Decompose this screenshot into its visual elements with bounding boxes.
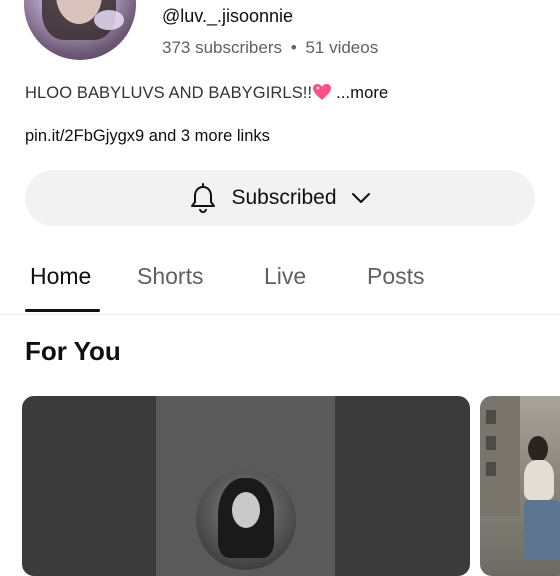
avatar-sparkle xyxy=(94,10,124,30)
person-jeans xyxy=(524,500,560,560)
building-window xyxy=(486,462,496,476)
portrait-face xyxy=(232,492,260,528)
subscriber-count: 373 subscribers xyxy=(162,38,283,57)
description-text: HLOO BABYLUVS AND BABYGIRLS!! xyxy=(25,84,313,102)
person-head xyxy=(528,436,548,462)
tab-live[interactable]: Live xyxy=(264,263,306,290)
thumbnail-portrait xyxy=(196,470,296,570)
channel-tabs: Home Shorts Live Posts xyxy=(0,250,560,315)
channel-handle: @luv._.jisoonnie xyxy=(162,6,294,26)
chevron-down-icon xyxy=(351,191,371,205)
tab-posts[interactable]: Posts xyxy=(367,263,425,290)
person-top xyxy=(524,460,554,500)
channel-description[interactable]: HLOO BABYLUVS AND BABYGIRLS!! ...more xyxy=(25,83,388,103)
meta-separator: • xyxy=(290,38,297,57)
channel-avatar[interactable] xyxy=(24,0,136,60)
channel-meta: 373 subscribers • 51 videos xyxy=(162,38,378,58)
tab-home[interactable]: Home xyxy=(30,263,91,290)
video-count: 51 videos xyxy=(305,38,379,57)
sparkling-heart-emoji xyxy=(312,83,332,101)
channel-links[interactable]: pin.it/2FbGjygx9 and 3 more links xyxy=(25,127,270,146)
more-link[interactable]: ...more xyxy=(336,84,388,102)
subscribed-button[interactable]: Subscribed xyxy=(25,170,535,226)
building-window xyxy=(486,410,496,424)
tab-shorts[interactable]: Shorts xyxy=(137,263,203,290)
bell-icon xyxy=(189,183,217,213)
section-title: For You xyxy=(25,336,121,366)
active-tab-indicator xyxy=(25,309,100,312)
video-card-thumbnail-next[interactable] xyxy=(480,396,560,576)
building-window xyxy=(486,436,496,450)
video-card-thumbnail[interactable] xyxy=(22,396,470,576)
subscribed-label: Subscribed xyxy=(231,186,337,209)
